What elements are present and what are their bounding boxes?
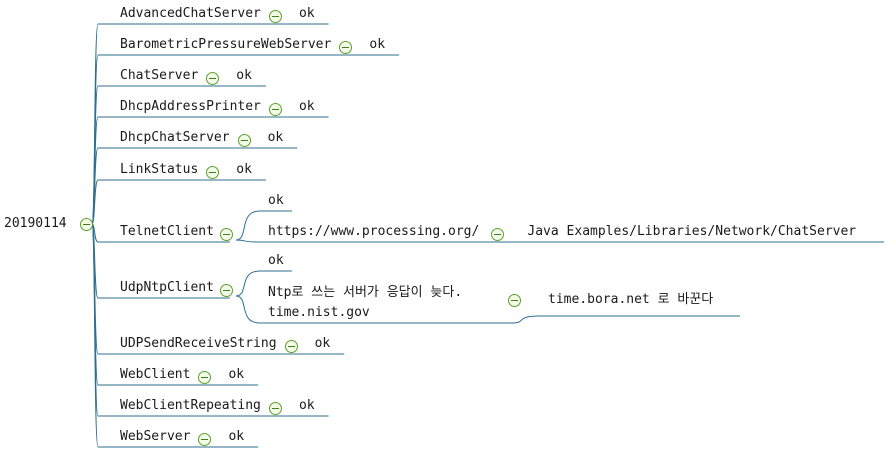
collapse-minus-icon[interactable] xyxy=(268,402,282,415)
leaf-node[interactable]: ok xyxy=(315,336,331,352)
leaf-node[interactable]: ok xyxy=(299,6,315,22)
branch-node[interactable]: UdpNtpClient xyxy=(120,280,214,296)
collapse-minus-icon[interactable] xyxy=(268,103,282,116)
collapse-minus-icon[interactable] xyxy=(219,228,233,241)
leaf-node[interactable]: ok xyxy=(299,99,315,115)
connector-line xyxy=(235,295,261,324)
connector-line xyxy=(235,270,261,297)
branch-node[interactable]: AdvancedChatServer xyxy=(120,6,261,22)
leaf-node[interactable]: ok xyxy=(228,429,244,445)
collapse-minus-icon[interactable] xyxy=(508,294,521,307)
leaf-node[interactable]: time.bora.net 로 바꾼다 xyxy=(548,292,713,308)
subbranch-node[interactable]: Ntp로 쓰는 서버가 응답이 늦다. time.nist.gov xyxy=(268,283,462,323)
connector-line xyxy=(235,210,261,241)
branch-node[interactable]: WebClient xyxy=(120,367,190,383)
leaf-node[interactable]: ok xyxy=(268,193,284,209)
branch-node[interactable]: LinkStatus xyxy=(120,162,198,178)
collapse-minus-icon[interactable] xyxy=(80,218,93,231)
branch-node[interactable]: WebServer xyxy=(120,429,190,445)
branch-node[interactable]: UDPSendReceiveString xyxy=(120,336,277,352)
leaf-node[interactable]: ok xyxy=(228,367,244,383)
leaf-node[interactable]: ok xyxy=(369,37,385,53)
branch-node[interactable]: BarometricPressureWebServer xyxy=(120,37,331,53)
branch-node[interactable]: ChatServer xyxy=(120,68,198,84)
root-node[interactable]: 20190114 xyxy=(4,216,67,232)
leaf-node[interactable]: ok xyxy=(268,253,284,269)
leaf-node[interactable]: ok xyxy=(236,68,252,84)
branch-node[interactable]: WebClientRepeating xyxy=(120,398,261,414)
branch-node[interactable]: DhcpAddressPrinter xyxy=(120,99,261,115)
branch-node[interactable]: TelnetClient xyxy=(120,224,214,240)
collapse-minus-icon[interactable] xyxy=(237,134,251,147)
leaf-node[interactable]: ok xyxy=(299,398,315,414)
collapse-minus-icon[interactable] xyxy=(219,284,233,297)
leaf-node[interactable]: ok xyxy=(236,162,252,178)
branch-node[interactable]: DhcpChatServer xyxy=(120,130,230,146)
connector-line xyxy=(511,315,541,324)
collapse-minus-icon[interactable] xyxy=(268,10,282,23)
subbranch-node[interactable]: https://www.processing.org/ xyxy=(268,224,479,240)
collapse-minus-icon[interactable] xyxy=(284,340,298,353)
leaf-node[interactable]: ok xyxy=(268,130,284,146)
leaf-node[interactable]: Java Examples/Libraries/Network/ChatServ… xyxy=(527,224,856,240)
connector-line xyxy=(235,239,261,243)
